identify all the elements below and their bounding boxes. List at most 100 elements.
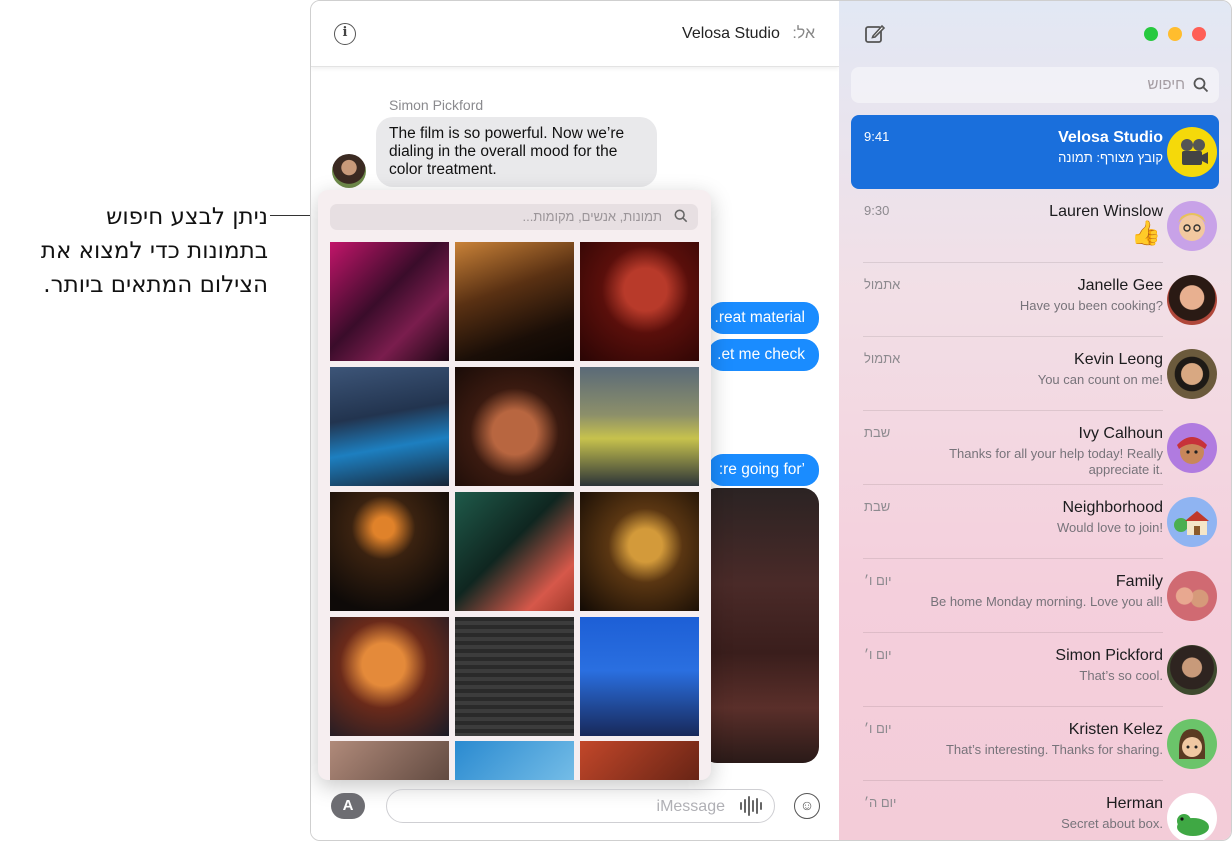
conversation-name: Kristen Kelez xyxy=(1068,721,1163,738)
zoom-window-button[interactable] xyxy=(1144,27,1158,41)
conversations-sidebar: חיפוש 9:41 Velosa Studio קובץ מצורף: תמו… xyxy=(839,1,1231,840)
app-store-icon[interactable]: A xyxy=(331,793,365,819)
conversation-name: Velosa Studio xyxy=(1058,129,1163,146)
memoji-avatar xyxy=(1167,719,1217,769)
photo-thumbnail[interactable] xyxy=(580,617,699,736)
outgoing-message-bubble[interactable]: reat material. xyxy=(708,302,819,334)
conversation-preview: קובץ מצורף: תמונה xyxy=(1058,150,1163,165)
photo-thumbnail[interactable] xyxy=(455,617,574,736)
incoming-message-bubble[interactable]: The film is so powerful. Now we’re diali… xyxy=(376,117,657,187)
sender-name: Simon Pickford xyxy=(389,97,484,113)
thumbs-up-icon: 👍 xyxy=(1131,220,1161,247)
photo-thumbnail[interactable] xyxy=(330,741,449,780)
photo-thumbnail[interactable] xyxy=(455,741,574,780)
conversation-item-herman[interactable]: יום ה׳ Herman Secret about box. xyxy=(851,781,1219,840)
message-input[interactable]: iMessage xyxy=(386,789,775,823)
conversation-time: יום ו׳ xyxy=(864,573,892,588)
minimize-window-button[interactable] xyxy=(1168,27,1182,41)
sidebar-search-field[interactable]: חיפוש xyxy=(851,67,1219,103)
conversation-preview: That’s so cool. xyxy=(1079,668,1163,683)
photo-thumbnail[interactable] xyxy=(330,492,449,611)
photo-avatar xyxy=(1167,571,1217,621)
photos-search-field[interactable]: תמונות, אנשים, מקומות... xyxy=(330,204,698,230)
photos-picker-popover: תמונות, אנשים, מקומות... xyxy=(318,190,711,780)
memoji-avatar xyxy=(1167,201,1217,251)
photo-thumbnail[interactable] xyxy=(580,367,699,486)
messages-window: i אל: Velosa Studio Simon Pickford The f… xyxy=(310,0,1232,841)
conversation-preview: Secret about box. xyxy=(1061,816,1163,831)
callout-line-3: הצילום המתאים ביותר. xyxy=(43,272,268,298)
photo-thumbnail[interactable] xyxy=(330,242,449,361)
to-label: אל: xyxy=(792,25,815,42)
conversation-item-velosa-studio[interactable]: 9:41 Velosa Studio קובץ מצורף: תמונה xyxy=(851,115,1219,189)
conversation-time: יום ו׳ xyxy=(864,721,892,736)
conversation-name: Family xyxy=(1115,573,1163,590)
conversation-time: שבת xyxy=(864,425,891,440)
conversation-preview: You can count on me! xyxy=(1037,372,1163,387)
conversation-time: 9:30 xyxy=(864,203,890,218)
compose-icon[interactable] xyxy=(864,23,886,45)
conversation-time: יום ו׳ xyxy=(864,647,892,662)
callout-line-2: בתמונות כדי למצוא את xyxy=(40,238,268,264)
conversation-name: Herman xyxy=(1106,795,1163,812)
outgoing-message-bubble[interactable]: ’re going for: xyxy=(708,454,819,486)
conversation-preview: Thanks for all your help today! Really a… xyxy=(949,446,1163,477)
outgoing-photo-bubble[interactable] xyxy=(701,488,819,763)
conversation-time: יום ה׳ xyxy=(864,795,897,810)
conversation-item-ivy-calhoun[interactable]: שבת Ivy Calhoun Thanks for all your help… xyxy=(851,411,1219,485)
conversation-preview: Be home Monday morning. Love you all! xyxy=(930,594,1163,609)
search-icon xyxy=(674,209,688,223)
outgoing-message-bubble[interactable]: et me check. xyxy=(708,339,819,371)
photo-thumbnail[interactable] xyxy=(580,242,699,361)
conversation-name: Kevin Leong xyxy=(1074,351,1163,368)
callout-text: ניתן לבצע חיפוש בתמונות כדי למצוא את הצי… xyxy=(0,200,268,302)
conversation-item-lauren-winslow[interactable]: 9:30 Lauren Winslow 👍 xyxy=(851,189,1219,263)
conversation-preview: That’s interesting. Thanks for sharing. xyxy=(945,742,1163,757)
recipient-field[interactable]: אל: Velosa Studio xyxy=(682,25,815,43)
photos-search-placeholder: תמונות, אנשים, מקומות... xyxy=(522,209,662,224)
audio-waveform-icon[interactable] xyxy=(740,796,764,818)
photo-thumbnail[interactable] xyxy=(455,367,574,486)
conversation-name: Ivy Calhoun xyxy=(1078,425,1164,442)
conversation-time: אתמול xyxy=(864,351,901,366)
photo-thumbnail[interactable] xyxy=(580,492,699,611)
house-avatar xyxy=(1167,497,1217,547)
close-window-button[interactable] xyxy=(1192,27,1206,41)
conversation-time: שבת xyxy=(864,499,891,514)
lizard-avatar xyxy=(1167,793,1217,840)
conversation-preview: Would love to join! xyxy=(1057,520,1163,535)
photo-avatar xyxy=(1167,275,1217,325)
conversation-header: i אל: Velosa Studio xyxy=(311,1,839,67)
conversation-pane: i אל: Velosa Studio Simon Pickford The f… xyxy=(311,1,839,840)
photo-avatar xyxy=(1167,349,1217,399)
conversation-time: אתמול xyxy=(864,277,901,292)
photo-thumbnail[interactable] xyxy=(455,492,574,611)
conversation-item-family[interactable]: יום ו׳ Family Be home Monday morning. Lo… xyxy=(851,559,1219,633)
sender-avatar[interactable] xyxy=(332,154,366,188)
message-input-placeholder: iMessage xyxy=(656,798,725,815)
conversation-name: Neighborhood xyxy=(1062,499,1163,516)
emoji-icon[interactable]: ☺ xyxy=(794,793,820,819)
conversation-item-janelle-gee[interactable]: אתמול Janelle Gee Have you been cooking? xyxy=(851,263,1219,337)
info-icon[interactable]: i xyxy=(334,23,356,45)
callout-line-1: ניתן לבצע חיפוש xyxy=(106,204,268,230)
recipient-name: Velosa Studio xyxy=(682,25,780,42)
sidebar-search-placeholder: חיפוש xyxy=(1147,76,1185,93)
conversation-item-neighborhood[interactable]: שבת Neighborhood Would love to join! xyxy=(851,485,1219,559)
conversation-item-simon-pickford[interactable]: יום ו׳ Simon Pickford That’s so cool. xyxy=(851,633,1219,707)
conversation-name: Simon Pickford xyxy=(1055,647,1163,664)
memoji-avatar xyxy=(1167,423,1217,473)
film-camera-avatar xyxy=(1167,127,1217,177)
conversation-item-kevin-leong[interactable]: אתמול Kevin Leong You can count on me! xyxy=(851,337,1219,411)
photo-thumbnail[interactable] xyxy=(455,242,574,361)
conversation-preview: Have you been cooking? xyxy=(1019,298,1163,313)
photo-thumbnail[interactable] xyxy=(580,741,699,780)
photo-avatar xyxy=(1167,645,1217,695)
compose-bar: A iMessage ☺ xyxy=(311,781,839,840)
conversation-time: 9:41 xyxy=(864,129,890,144)
conversation-item-kristen-kelez[interactable]: יום ו׳ Kristen Kelez That’s interesting.… xyxy=(851,707,1219,781)
photo-thumbnail[interactable] xyxy=(330,617,449,736)
search-icon xyxy=(1193,77,1209,93)
conversation-name: Janelle Gee xyxy=(1077,277,1163,294)
photo-thumbnail[interactable] xyxy=(330,367,449,486)
